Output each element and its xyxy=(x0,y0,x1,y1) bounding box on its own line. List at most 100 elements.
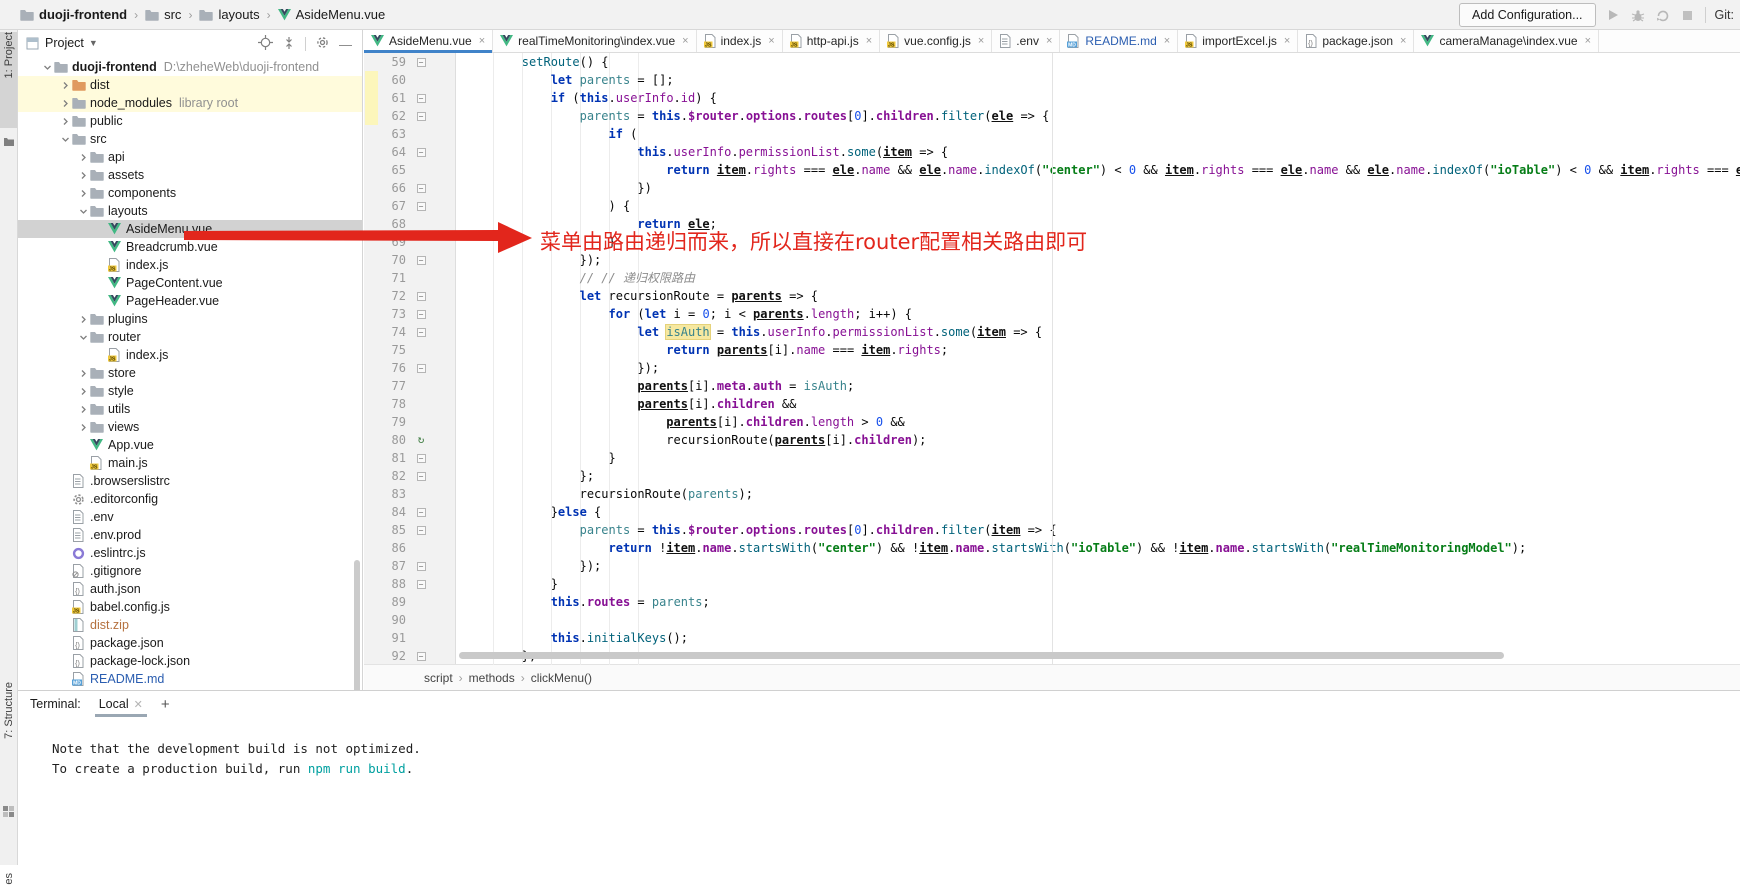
project-view-title[interactable]: Project xyxy=(45,36,84,50)
close-icon[interactable]: × xyxy=(682,35,688,47)
chevron-right-icon[interactable] xyxy=(76,171,90,180)
chevron-down-icon[interactable] xyxy=(76,333,90,342)
fold-marker-icon[interactable]: − xyxy=(406,58,436,67)
tree-item-router[interactable]: router xyxy=(18,328,362,346)
fold-marker-icon[interactable]: − xyxy=(406,652,436,661)
tree-item-.env.prod[interactable]: .env.prod xyxy=(18,526,362,544)
close-icon[interactable]: × xyxy=(1400,35,1406,47)
horizontal-scrollbar[interactable] xyxy=(459,652,1504,659)
tree-item-.env[interactable]: .env xyxy=(18,508,362,526)
editor-tab-http-api.js[interactable]: JShttp-api.js× xyxy=(783,30,880,52)
fold-marker-icon[interactable]: − xyxy=(406,184,436,193)
chevron-right-icon[interactable] xyxy=(76,405,90,414)
close-icon[interactable]: × xyxy=(1585,35,1591,47)
stripe-tab-favorites-partial[interactable]: es xyxy=(0,873,17,895)
tree-item-.eslintrc.js[interactable]: .eslintrc.js xyxy=(18,544,362,562)
title-breadcrumb-AsideMenu.vue[interactable]: AsideMenu.vue xyxy=(278,7,386,22)
chevron-right-icon[interactable] xyxy=(58,81,72,90)
fold-marker-icon[interactable]: − xyxy=(406,310,436,319)
terminal-output[interactable]: Note that the development build is not o… xyxy=(18,717,1740,779)
git-label[interactable]: Git: xyxy=(1715,8,1734,22)
editor-tab-realTimeMonitoring\index.vue[interactable]: realTimeMonitoring\index.vue× xyxy=(493,30,696,52)
chevron-down-icon[interactable] xyxy=(76,207,90,216)
fold-marker-icon[interactable]: − xyxy=(406,202,436,211)
recursive-call-icon[interactable]: ↻ xyxy=(406,431,436,449)
chevron-down-icon[interactable] xyxy=(40,63,54,72)
tree-item-auth.json[interactable]: {)auth.json xyxy=(18,580,362,598)
tree-item-store[interactable]: store xyxy=(18,364,362,382)
tree-item-Breadcrumb.vue[interactable]: Breadcrumb.vue xyxy=(18,238,362,256)
chevron-down-icon[interactable] xyxy=(58,135,72,144)
chevron-right-icon[interactable] xyxy=(76,423,90,432)
run-icon[interactable] xyxy=(1605,7,1621,23)
tree-item-components[interactable]: components xyxy=(18,184,362,202)
close-icon[interactable]: × xyxy=(1284,35,1290,47)
editor-tab-vue.config.js[interactable]: JSvue.config.js× xyxy=(880,30,992,52)
fold-marker-icon[interactable]: − xyxy=(406,526,436,535)
tree-item-node_modules[interactable]: node_moduleslibrary root xyxy=(18,94,362,112)
chevron-down-icon[interactable]: ▼ xyxy=(89,38,98,48)
chevron-right-icon[interactable] xyxy=(76,315,90,324)
fold-marker-icon[interactable]: − xyxy=(406,112,436,121)
fold-marker-icon[interactable]: − xyxy=(406,508,436,517)
fold-marker-icon[interactable]: − xyxy=(406,562,436,571)
locate-icon[interactable] xyxy=(258,35,273,53)
stripe-tab-project[interactable]: 1: Project xyxy=(0,32,17,128)
chevron-right-icon[interactable] xyxy=(76,387,90,396)
chevron-right-icon[interactable] xyxy=(76,189,90,198)
terminal-tab-local[interactable]: Local ✕ xyxy=(97,691,145,717)
settings-icon[interactable] xyxy=(315,35,330,53)
tree-item-index.js[interactable]: JSindex.js xyxy=(18,346,362,364)
tree-item-package-lock.json[interactable]: {)package-lock.json xyxy=(18,652,362,670)
stripe-tab-structure[interactable]: 7: Structure xyxy=(0,682,17,794)
tree-item-layouts[interactable]: layouts xyxy=(18,202,362,220)
fold-marker-icon[interactable]: − xyxy=(406,292,436,301)
editor-tab-package.json[interactable]: {)package.json× xyxy=(1298,30,1414,52)
collapse-all-icon[interactable] xyxy=(282,36,296,53)
editor-tab-index.js[interactable]: JSindex.js× xyxy=(697,30,783,52)
chevron-right-icon[interactable] xyxy=(76,369,90,378)
tree-item-src[interactable]: src xyxy=(18,130,362,148)
fold-marker-icon[interactable]: − xyxy=(406,328,436,337)
fold-marker-icon[interactable]: − xyxy=(406,94,436,103)
tree-item-.browserslistrc[interactable]: .browserslistrc xyxy=(18,472,362,490)
title-breadcrumb-duoji-frontend[interactable]: duoji-frontend xyxy=(20,7,127,22)
close-icon[interactable]: × xyxy=(1046,35,1052,47)
editor-tab-.env[interactable]: .env× xyxy=(992,30,1060,52)
tree-item-.gitignore[interactable]: .gitignore xyxy=(18,562,362,580)
project-scrollbar[interactable] xyxy=(354,560,360,690)
fold-marker-icon[interactable]: − xyxy=(406,580,436,589)
editor-breadcrumb-clickMenu[interactable]: clickMenu() xyxy=(531,671,592,685)
tree-item-views[interactable]: views xyxy=(18,418,362,436)
new-terminal-button[interactable]: + xyxy=(161,696,170,713)
fold-marker-icon[interactable]: − xyxy=(406,256,436,265)
editor-tab-AsideMenu.vue[interactable]: AsideMenu.vue× xyxy=(364,30,493,52)
close-icon[interactable]: × xyxy=(1164,35,1170,47)
tree-item-api[interactable]: api xyxy=(18,148,362,166)
chevron-right-icon[interactable] xyxy=(76,153,90,162)
stop-icon[interactable] xyxy=(1680,7,1696,23)
tree-item-utils[interactable]: utils xyxy=(18,400,362,418)
tree-item-public[interactable]: public xyxy=(18,112,362,130)
tree-item-.editorconfig[interactable]: .editorconfig xyxy=(18,490,362,508)
tree-item-dist.zip[interactable]: dist.zip xyxy=(18,616,362,634)
add-configuration-button[interactable]: Add Configuration... xyxy=(1459,3,1596,27)
tree-item-plugins[interactable]: plugins xyxy=(18,310,362,328)
tree-item-App.vue[interactable]: App.vue xyxy=(18,436,362,454)
editor-tab-importExcel.js[interactable]: JSimportExcel.js× xyxy=(1178,30,1298,52)
hide-icon[interactable]: — xyxy=(339,37,352,52)
fold-marker-icon[interactable]: − xyxy=(406,148,436,157)
chevron-right-icon[interactable] xyxy=(58,117,72,126)
tree-item-dist[interactable]: dist xyxy=(18,76,362,94)
tree-item-package.json[interactable]: {)package.json xyxy=(18,634,362,652)
tree-item-main.js[interactable]: JSmain.js xyxy=(18,454,362,472)
editor-tab-README.md[interactable]: MDREADME.md× xyxy=(1060,30,1178,52)
close-icon[interactable]: ✕ xyxy=(134,698,143,711)
close-icon[interactable]: × xyxy=(479,35,485,47)
tree-item-style[interactable]: style xyxy=(18,382,362,400)
close-icon[interactable]: × xyxy=(866,35,872,47)
stripe-grid-icon[interactable] xyxy=(3,804,15,816)
fold-marker-icon[interactable]: − xyxy=(406,454,436,463)
title-breadcrumb-src[interactable]: src xyxy=(145,7,181,22)
tree-item-README.md[interactable]: MDREADME.md xyxy=(18,670,362,688)
